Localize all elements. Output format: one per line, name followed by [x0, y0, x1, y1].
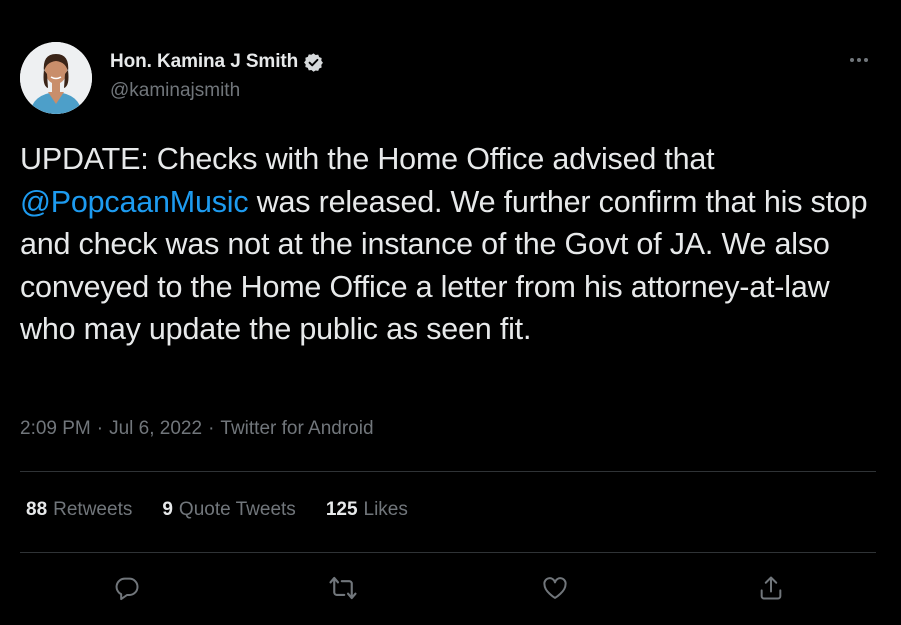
tweet-time[interactable]: 2:09 PM: [20, 418, 91, 440]
quote-tweets-label: Quote Tweets: [178, 499, 296, 520]
more-options-icon[interactable]: [844, 50, 874, 70]
reply-icon[interactable]: [107, 568, 147, 608]
divider: [20, 471, 876, 472]
retweet-icon[interactable]: [323, 568, 363, 608]
likes-stat[interactable]: 125 Likes: [326, 499, 408, 521]
tweet-stats: 88 Retweets 9 Quote Tweets 125 Likes: [26, 499, 438, 521]
tweet-detail: Hon. Kamina J Smith @kaminajsmith UPDATE…: [0, 0, 901, 625]
tweet-text: UPDATE: Checks with the Home Office advi…: [20, 138, 882, 351]
tweet-source[interactable]: Twitter for Android: [220, 418, 373, 440]
meta-separator: ·: [208, 418, 215, 439]
retweets-stat[interactable]: 88 Retweets: [26, 499, 132, 521]
meta-separator: ·: [96, 418, 104, 439]
tweet-header: Hon. Kamina J Smith @kaminajsmith: [20, 42, 880, 114]
display-name[interactable]: Hon. Kamina J Smith: [110, 51, 298, 73]
verified-badge-icon: [303, 52, 324, 73]
tweet-actions: [0, 568, 901, 608]
mention-link[interactable]: @PopcaanMusic: [20, 185, 249, 219]
quote-tweets-count: 9: [162, 499, 173, 520]
retweets-count: 88: [26, 499, 48, 520]
tweet-date[interactable]: Jul 6, 2022: [109, 418, 202, 440]
avatar[interactable]: [20, 42, 92, 114]
share-icon[interactable]: [751, 568, 791, 608]
tweet-text-start: UPDATE: Checks with the Home Office advi…: [20, 142, 715, 176]
display-name-row: Hon. Kamina J Smith: [110, 50, 324, 74]
tweet-meta: 2:09 PM · Jul 6, 2022 · Twitter for Andr…: [20, 418, 374, 440]
likes-count: 125: [325, 499, 358, 520]
retweets-label: Retweets: [53, 499, 133, 520]
author-handle[interactable]: @kaminajsmith: [110, 80, 324, 102]
divider: [20, 552, 876, 553]
quote-tweets-stat[interactable]: 9 Quote Tweets: [162, 499, 295, 521]
like-icon[interactable]: [535, 568, 575, 608]
likes-label: Likes: [363, 499, 408, 520]
author-names: Hon. Kamina J Smith @kaminajsmith: [110, 50, 324, 102]
